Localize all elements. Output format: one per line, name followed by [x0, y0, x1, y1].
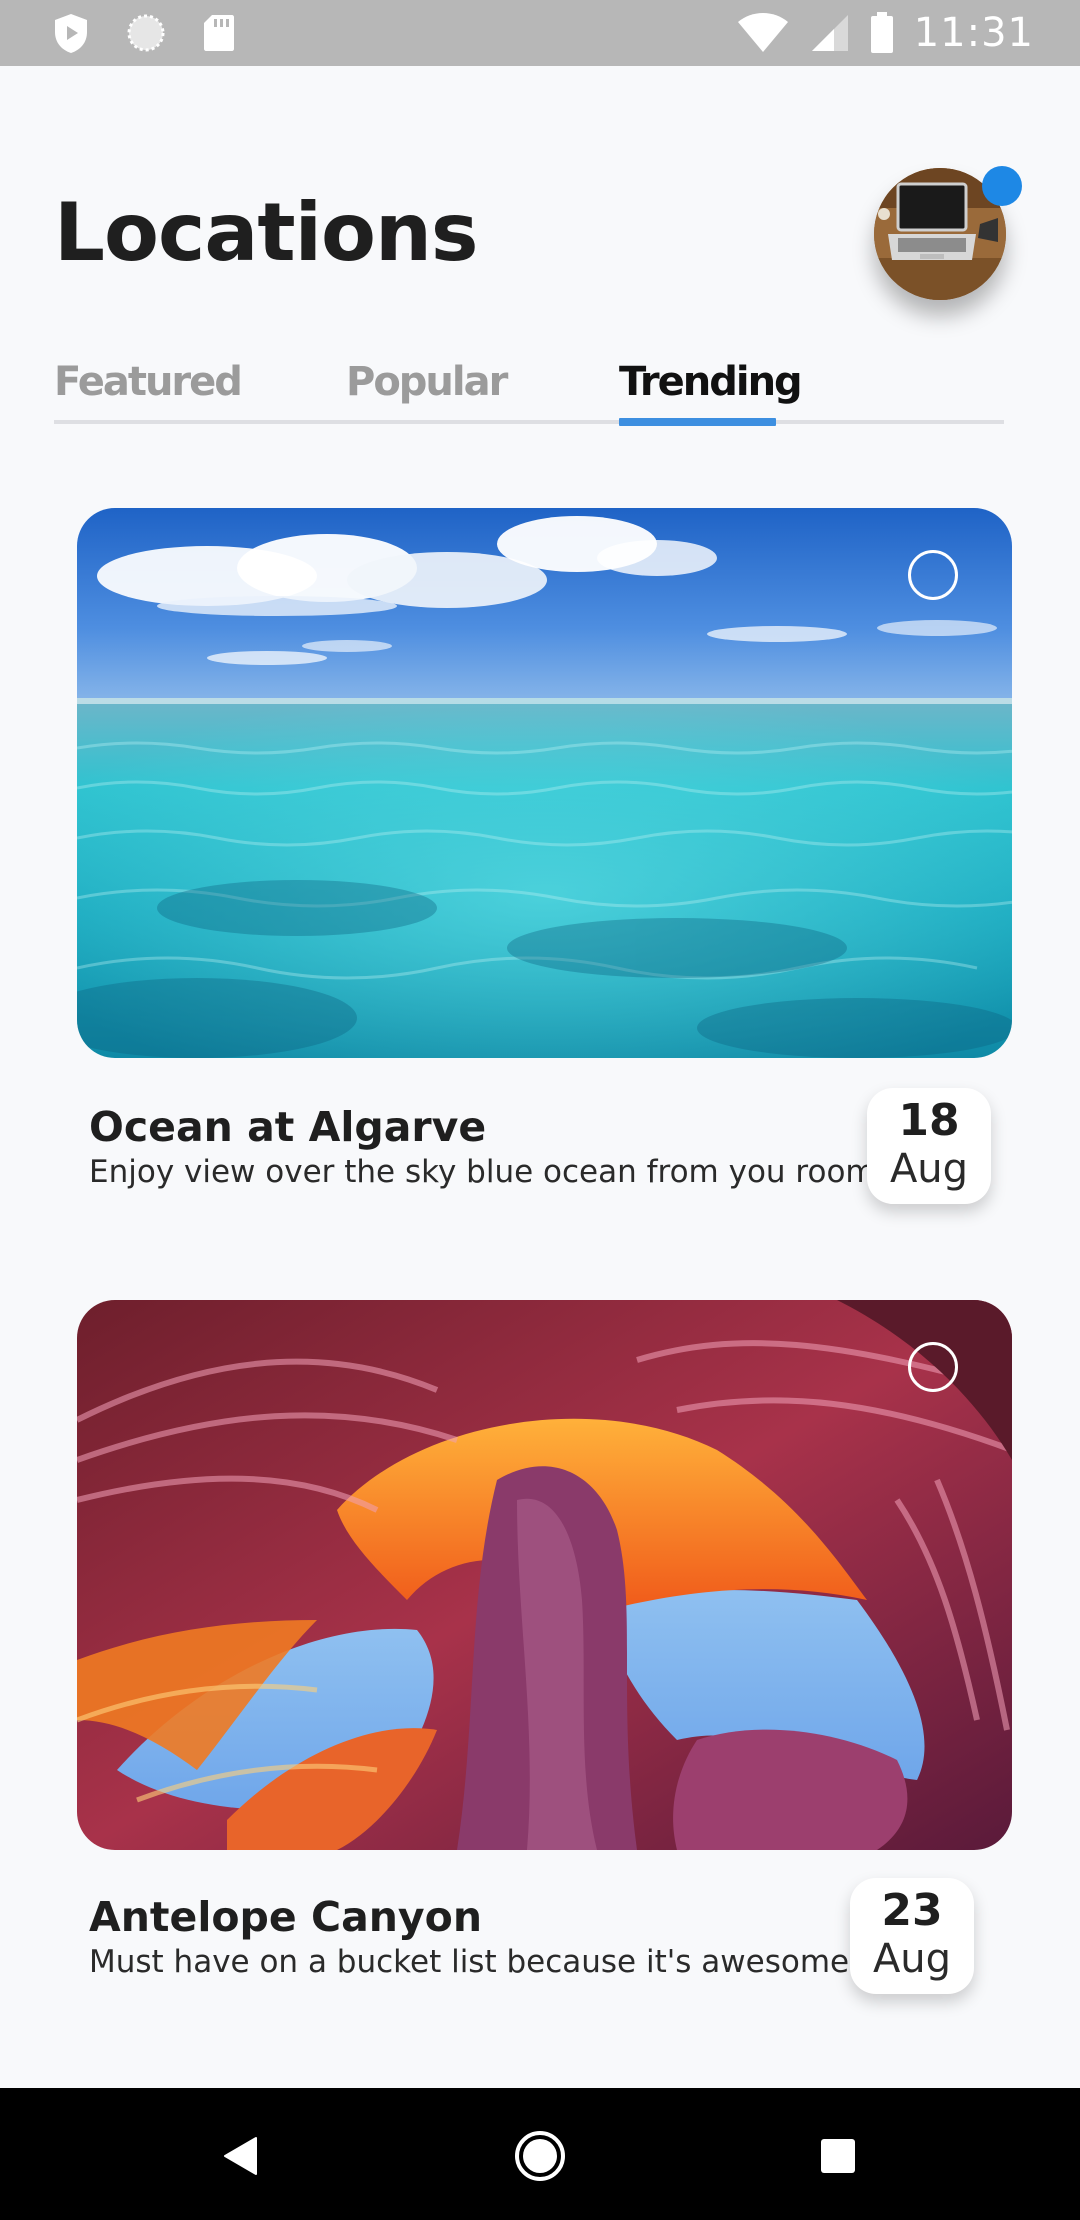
tab-featured[interactable]: Featured — [54, 352, 243, 420]
sd-card-icon — [204, 15, 234, 51]
tab-bar: Featured Popular Trending — [54, 352, 1004, 426]
notification-badge — [982, 166, 1022, 206]
status-left-icons — [52, 12, 236, 54]
card-image[interactable] — [77, 1300, 1012, 1850]
status-right-icons: 11:31 — [736, 10, 1034, 56]
location-card[interactable]: Ocean at Algarve Enjoy view over the sky… — [77, 508, 1012, 1204]
home-icon[interactable] — [514, 2130, 566, 2182]
tab-active-indicator — [619, 418, 776, 426]
date-day: 18 — [898, 1095, 960, 1146]
play-protect-icon — [55, 14, 87, 53]
date-month: Aug — [872, 1936, 952, 1982]
card-image[interactable] — [77, 508, 1012, 1058]
status-bar: 11:31 — [0, 0, 1080, 66]
sync-icon — [127, 14, 165, 52]
status-time: 11:31 — [913, 10, 1034, 56]
card-select-toggle[interactable] — [908, 1342, 958, 1392]
card-title: Ocean at Algarve — [89, 1103, 487, 1151]
ocean-image — [77, 508, 1012, 1058]
tab-trending[interactable]: Trending — [619, 352, 803, 420]
canyon-image — [77, 1300, 1012, 1850]
date-badge: 23 Aug — [850, 1878, 974, 1994]
battery-icon — [870, 12, 893, 53]
page-title: Locations — [54, 186, 479, 279]
navigation-bar — [0, 2088, 1080, 2220]
recents-icon[interactable] — [820, 2138, 856, 2174]
back-icon[interactable] — [222, 2136, 258, 2176]
avatar-button[interactable] — [874, 166, 1022, 300]
card-subtitle: Enjoy view over the sky blue ocean from … — [89, 1154, 876, 1190]
card-title: Antelope Canyon — [89, 1893, 483, 1941]
wifi-icon — [737, 13, 788, 52]
date-day: 23 — [881, 1885, 943, 1936]
tab-popular[interactable]: Popular — [346, 352, 508, 420]
location-card[interactable]: Antelope Canyon Must have on a bucket li… — [77, 1300, 1012, 1994]
date-month: Aug — [889, 1146, 969, 1192]
card-subtitle: Must have on a bucket list because it's … — [89, 1944, 850, 1980]
signal-icon — [811, 15, 848, 51]
card-select-toggle[interactable] — [908, 550, 958, 600]
date-badge: 18 Aug — [867, 1088, 991, 1204]
tab-baseline — [54, 420, 1004, 424]
